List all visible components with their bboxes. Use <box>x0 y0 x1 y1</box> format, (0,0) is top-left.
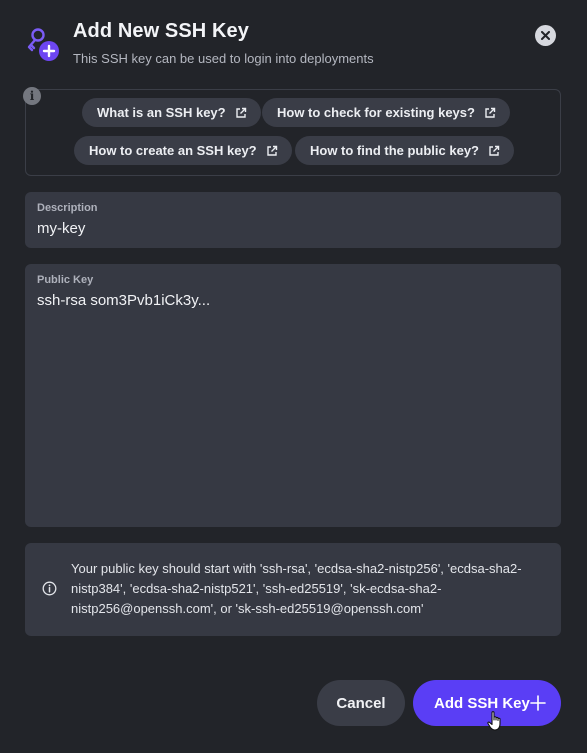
external-link-icon <box>485 107 496 118</box>
public-key-field[interactable]: Public Key ssh-rsa som3Pvb1iCk3y... <box>25 264 561 527</box>
help-link-label: How to create an SSH key? <box>89 143 257 158</box>
help-link-label: What is an SSH key? <box>97 105 226 120</box>
close-button[interactable] <box>535 25 556 46</box>
help-link-find-public-key[interactable]: How to find the public key? <box>295 136 514 165</box>
help-link-what-is-ssh-key[interactable]: What is an SSH key? <box>82 98 261 127</box>
public-key-label: Public Key <box>37 274 94 286</box>
external-link-icon <box>266 145 277 156</box>
external-link-icon <box>489 145 500 156</box>
description-input[interactable]: my-key <box>37 220 85 237</box>
help-link-check-existing-keys[interactable]: How to check for existing keys? <box>262 98 510 127</box>
public-key-textarea[interactable]: ssh-rsa som3Pvb1iCk3y... <box>37 292 210 309</box>
close-icon <box>541 31 550 40</box>
cancel-button[interactable]: Cancel <box>317 680 405 726</box>
description-label: Description <box>37 202 98 214</box>
dialog-subtitle: This SSH key can be used to login into d… <box>73 51 374 66</box>
key-plus-icon <box>27 28 59 61</box>
info-icon <box>42 581 57 596</box>
external-link-icon <box>235 107 246 118</box>
info-icon: i <box>23 87 41 105</box>
help-link-label: How to check for existing keys? <box>277 105 475 120</box>
dialog-title: Add New SSH Key <box>73 20 249 42</box>
help-link-create-ssh-key[interactable]: How to create an SSH key? <box>74 136 292 165</box>
dialog-header: Add New SSH Key This SSH key can be used… <box>24 20 564 70</box>
notice-text: Your public key should start with 'ssh-r… <box>71 561 522 616</box>
public-key-format-notice: Your public key should start with 'ssh-r… <box>25 543 561 636</box>
hand-pointer-cursor-icon <box>487 711 501 731</box>
add-ssh-key-label: Add SSH Key <box>434 694 530 712</box>
description-field[interactable]: Description my-key <box>25 192 561 248</box>
plus-icon <box>530 695 546 711</box>
help-link-label: How to find the public key? <box>310 143 479 158</box>
